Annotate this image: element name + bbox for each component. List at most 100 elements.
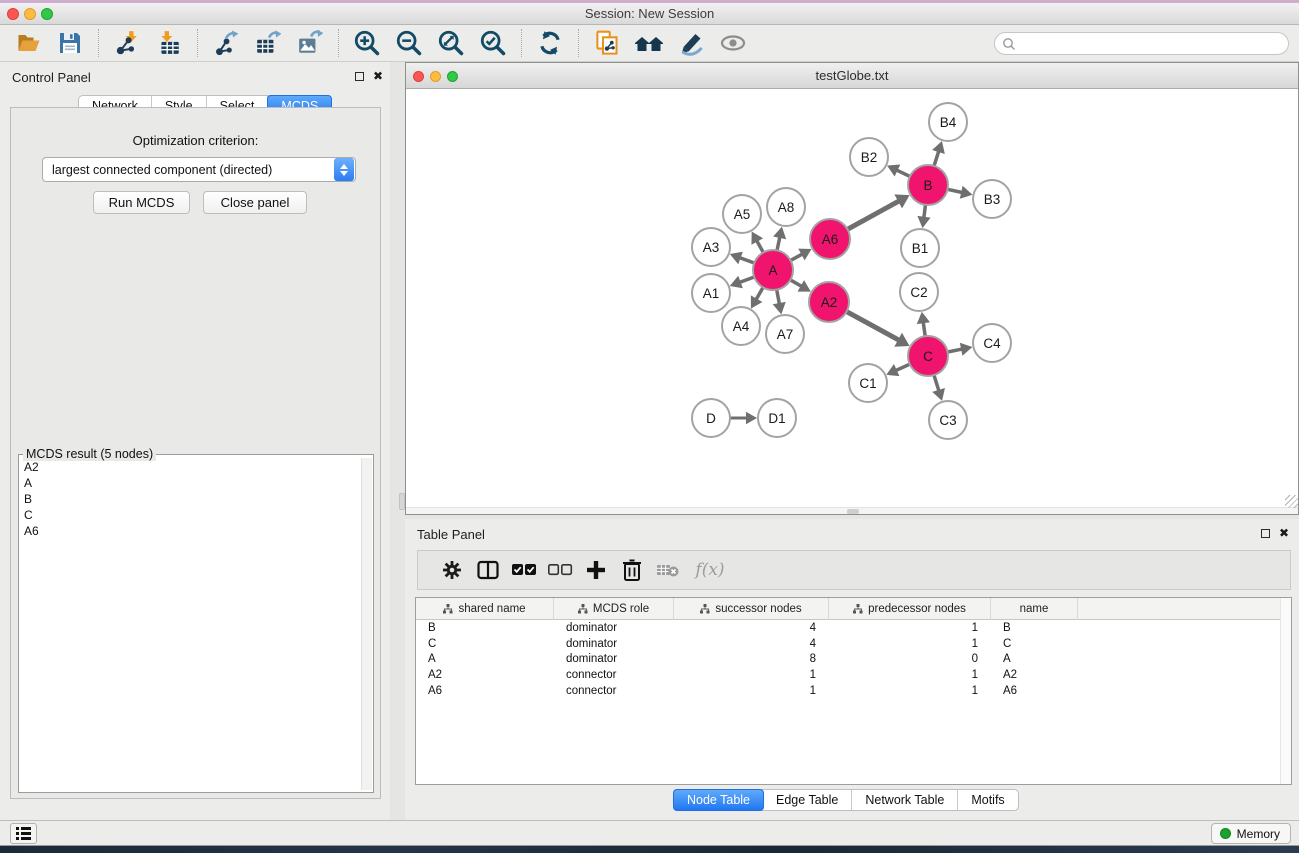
graph-edge-C-C4[interactable]	[948, 349, 963, 352]
table-scrollbar[interactable]	[1280, 598, 1291, 784]
tab-edge-table[interactable]: Edge Table	[763, 790, 852, 810]
table-cell[interactable]: A	[416, 653, 554, 665]
cybrowser-icon[interactable]	[591, 28, 623, 58]
close-panel-icon[interactable]: ✖	[373, 71, 383, 81]
eye-icon[interactable]	[717, 28, 749, 58]
table-cell[interactable]: 1	[829, 638, 991, 650]
mcds-result-list[interactable]: A2ABCA6	[21, 459, 360, 790]
table-cell[interactable]: 4	[674, 622, 829, 634]
graph-edge-A-A3[interactable]	[740, 258, 755, 263]
mcds-result-item[interactable]: C	[21, 507, 360, 523]
column-header-name[interactable]: name	[991, 598, 1078, 620]
refresh-icon[interactable]	[534, 28, 566, 58]
table-cell[interactable]: C	[991, 638, 1078, 650]
table-cell[interactable]: 1	[674, 685, 829, 697]
table-cell[interactable]: B	[991, 622, 1078, 634]
network-window-titlebar[interactable]: testGlobe.txt	[406, 63, 1298, 89]
graph-edge-B-B3[interactable]	[948, 189, 963, 192]
mcds-result-item[interactable]: A6	[21, 523, 360, 539]
save-session-icon[interactable]	[54, 28, 86, 58]
mcds-result-item[interactable]: A2	[21, 459, 360, 475]
zoom-window-button[interactable]	[41, 8, 53, 20]
zoom-fit-icon[interactable]	[435, 28, 467, 58]
graph-edge-A-A4[interactable]	[756, 287, 763, 299]
memory-button[interactable]: Memory	[1211, 823, 1291, 844]
network-hscrollbar[interactable]	[406, 507, 1298, 514]
table-cell[interactable]: dominator	[554, 622, 674, 634]
table-cell[interactable]: dominator	[554, 638, 674, 650]
table-cell[interactable]: 1	[829, 685, 991, 697]
column-header-predecessor-nodes[interactable]: predecessor nodes	[829, 598, 991, 620]
table-cell[interactable]: C	[416, 638, 554, 650]
mcds-result-item[interactable]: B	[21, 491, 360, 507]
zoom-out-icon[interactable]	[393, 28, 425, 58]
table-cell[interactable]: 1	[829, 669, 991, 681]
search-box[interactable]	[994, 32, 1289, 55]
function-builder-icon[interactable]: f(x)	[686, 554, 734, 586]
table-row[interactable]: Adominator80A	[416, 651, 1291, 667]
table-cell[interactable]: A	[991, 653, 1078, 665]
table-cell[interactable]: A6	[991, 685, 1078, 697]
mcds-list-scrollbar[interactable]	[361, 458, 372, 790]
zoom-in-icon[interactable]	[351, 28, 383, 58]
float-panel-icon[interactable]	[355, 72, 364, 81]
graph-edge-B-B4[interactable]	[934, 151, 939, 166]
graph-edge-B-B2[interactable]	[897, 170, 910, 176]
graph-edge-C-C2[interactable]	[923, 322, 925, 336]
graph-edge-A-A7[interactable]	[777, 290, 780, 304]
marker-icon[interactable]	[675, 28, 707, 58]
import-network-icon[interactable]	[111, 28, 143, 58]
table-cell[interactable]: connector	[554, 669, 674, 681]
table-cell[interactable]: dominator	[554, 653, 674, 665]
delete-table-icon[interactable]	[650, 554, 686, 586]
table-row[interactable]: A2connector11A2	[416, 667, 1291, 683]
run-mcds-button[interactable]: Run MCDS	[93, 191, 190, 214]
table-row[interactable]: Bdominator41B	[416, 620, 1291, 636]
export-image-icon[interactable]	[294, 28, 326, 58]
export-table-icon[interactable]	[252, 28, 284, 58]
splitter-handle[interactable]	[399, 493, 405, 510]
import-table-icon[interactable]	[153, 28, 185, 58]
resize-grip-icon[interactable]	[1285, 495, 1298, 508]
table-settings-icon[interactable]	[434, 554, 470, 586]
graph-edge-A2-C[interactable]	[847, 312, 899, 341]
zoom-selected-icon[interactable]	[477, 28, 509, 58]
graph-edge-A-A6[interactable]	[791, 254, 803, 260]
graph-edge-B-B1[interactable]	[924, 205, 926, 218]
column-header-successor-nodes[interactable]: successor nodes	[674, 598, 829, 620]
table-cell[interactable]: 0	[829, 653, 991, 665]
split-table-icon[interactable]	[470, 554, 506, 586]
column-header-MCDS-role[interactable]: MCDS role	[554, 598, 674, 620]
criterion-select[interactable]: largest connected component (directed)	[42, 157, 356, 182]
close-window-button[interactable]	[7, 8, 19, 20]
column-header-shared-name[interactable]: shared name	[416, 598, 554, 620]
mcds-result-item[interactable]: A	[21, 475, 360, 491]
graph-edge-A-A8[interactable]	[777, 237, 780, 251]
table-cell[interactable]: 8	[674, 653, 829, 665]
table-row[interactable]: Cdominator41C	[416, 636, 1291, 652]
graph-edge-C-C1[interactable]	[896, 364, 910, 370]
network-canvas[interactable]: AA1A2A3A4A5A6A7A8BB1B2B3B4CC1C2C3C4DD1	[406, 89, 1298, 509]
graph-edge-A6-B[interactable]	[848, 201, 900, 229]
graph-edge-A-A5[interactable]	[757, 241, 764, 253]
table-cell[interactable]: A2	[416, 669, 554, 681]
network-minimize-button[interactable]	[430, 71, 441, 82]
table-cell[interactable]: 1	[674, 669, 829, 681]
table-cell[interactable]: connector	[554, 685, 674, 697]
deselect-all-icon[interactable]	[542, 554, 578, 586]
table-cell[interactable]: 1	[829, 622, 991, 634]
table-row[interactable]: A6connector11A6	[416, 683, 1291, 699]
home-icon[interactable]	[633, 28, 665, 58]
open-session-icon[interactable]	[12, 28, 44, 58]
graph-edge-A-A1[interactable]	[740, 277, 755, 282]
close-panel-button[interactable]: Close panel	[203, 191, 307, 214]
app-titlebar[interactable]: Session: New Session	[0, 3, 1299, 25]
tab-motifs[interactable]: Motifs	[958, 790, 1017, 810]
table-cell[interactable]: A6	[416, 685, 554, 697]
tab-node-table[interactable]: Node Table	[673, 789, 764, 811]
export-network-icon[interactable]	[210, 28, 242, 58]
graph-edge-C-C3[interactable]	[934, 375, 939, 391]
table-cell[interactable]: A2	[991, 669, 1078, 681]
delete-column-icon[interactable]	[614, 554, 650, 586]
table-cell[interactable]: 4	[674, 638, 829, 650]
